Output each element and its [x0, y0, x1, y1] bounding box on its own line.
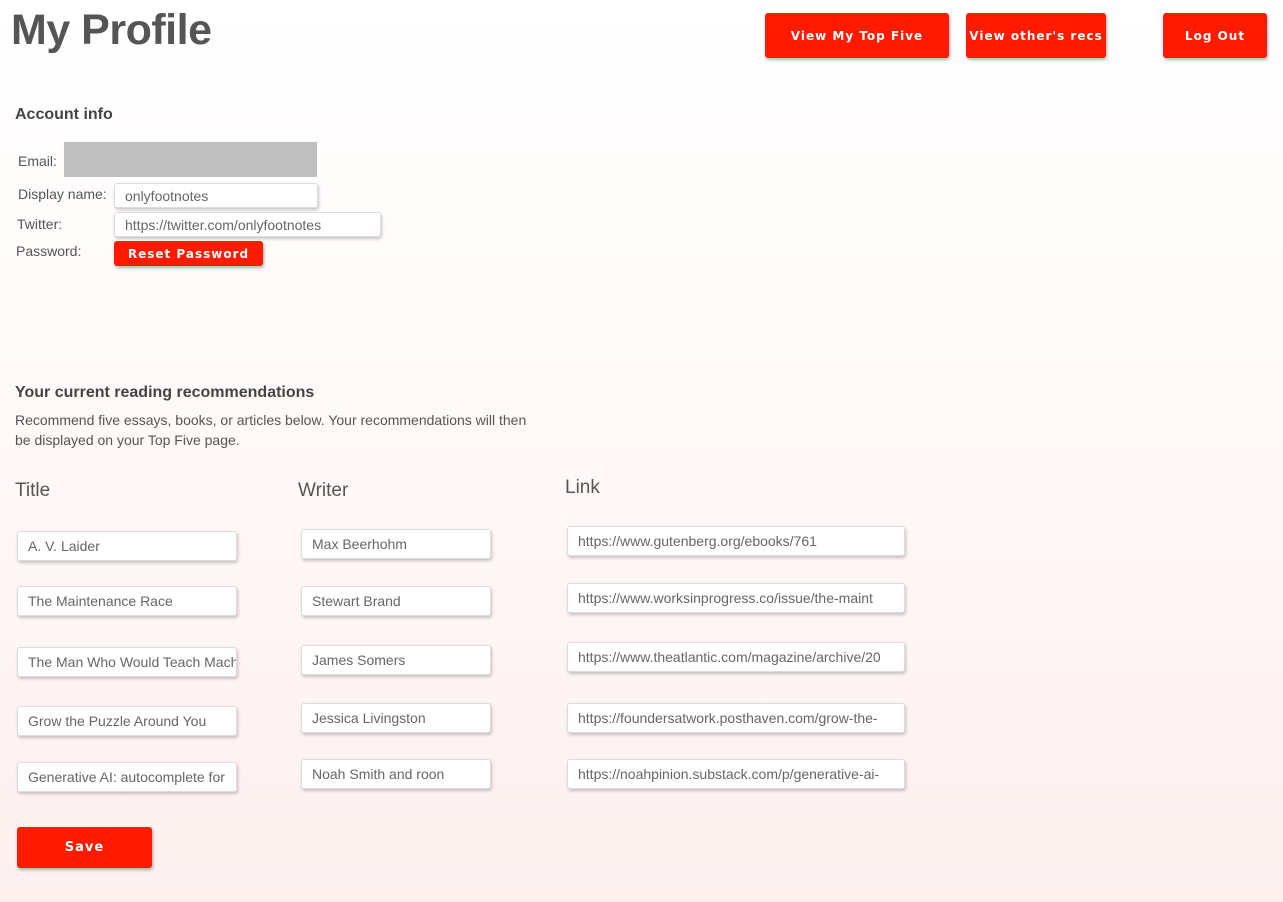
reset-password-button[interactable]: Reset Password: [114, 241, 263, 266]
writer-column-header: Writer: [298, 480, 349, 501]
account-info-heading: Account info: [15, 106, 113, 123]
rec-writer-input-5[interactable]: Noah Smith and roon: [301, 759, 491, 789]
save-button[interactable]: Save: [17, 827, 152, 868]
rec-title-input-4[interactable]: Grow the Puzzle Around You: [17, 706, 237, 736]
rec-link-input-1[interactable]: https://www.gutenberg.org/ebooks/761: [567, 526, 905, 556]
view-top-five-button[interactable]: View My Top Five: [765, 13, 949, 58]
recommendations-heading: Your current reading recommendations: [15, 384, 315, 401]
password-label: Password:: [16, 243, 82, 259]
rec-writer-input-2[interactable]: Stewart Brand: [301, 586, 491, 616]
rec-link-input-3[interactable]: https://www.theatlantic.com/magazine/arc…: [567, 642, 905, 672]
rec-title-input-2[interactable]: The Maintenance Race: [17, 586, 237, 616]
email-label: Email:: [18, 153, 57, 169]
rec-link-input-2[interactable]: https://www.worksinprogress.co/issue/the…: [567, 583, 905, 613]
rec-link-input-5[interactable]: https://noahpinion.substack.com/p/genera…: [567, 759, 905, 789]
link-column-header: Link: [565, 477, 600, 498]
log-out-button[interactable]: Log Out: [1163, 13, 1267, 58]
twitter-label: Twitter:: [17, 216, 63, 232]
rec-writer-input-1[interactable]: Max Beerhohm: [301, 529, 491, 559]
twitter-input[interactable]: https://twitter.com/onlyfootnotes: [114, 212, 381, 237]
rec-title-input-5[interactable]: Generative AI: autocomplete for: [17, 762, 237, 792]
rec-title-input-3[interactable]: The Man Who Would Teach Mach: [17, 647, 237, 677]
rec-link-input-4[interactable]: https://foundersatwork.posthaven.com/gro…: [567, 703, 905, 733]
rec-writer-input-3[interactable]: James Somers: [301, 645, 491, 675]
display-name-label: Display name:: [18, 186, 107, 202]
rec-writer-input-4[interactable]: Jessica Livingston: [301, 703, 491, 733]
title-column-header: Title: [15, 480, 51, 501]
page-title: My Profile: [11, 6, 212, 54]
email-value-redacted: [64, 142, 317, 177]
rec-title-input-1[interactable]: A. V. Laider: [17, 531, 237, 561]
view-others-recs-button[interactable]: View other's recs: [966, 13, 1106, 58]
display-name-input[interactable]: onlyfootnotes: [114, 183, 318, 208]
recommendations-description: Recommend five essays, books, or article…: [15, 412, 527, 448]
